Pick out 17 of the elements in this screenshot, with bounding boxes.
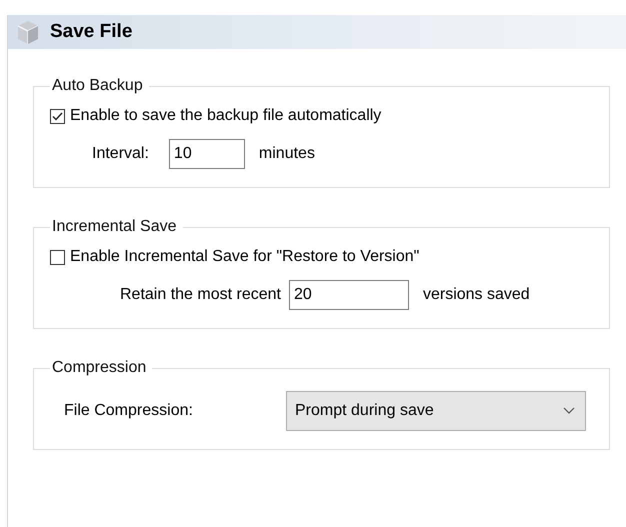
dropdown[interactable]: Prompt during save bbox=[286, 391, 586, 431]
checkbox[interactable] bbox=[50, 250, 65, 264]
field-label: File Compression: bbox=[64, 402, 194, 420]
input-field[interactable]: 20 bbox=[288, 280, 409, 310]
group-title: Auto Backup bbox=[51, 77, 144, 95]
field-label: Retain the most recent bbox=[120, 286, 281, 304]
group-title: Incremental Save bbox=[51, 218, 178, 236]
checkbox-label: Enable to save the backup file automatically bbox=[70, 107, 382, 125]
field-label: Interval: bbox=[92, 145, 149, 163]
checkbox[interactable] bbox=[50, 108, 65, 124]
checkbox-label: Enable Incremental Save for "Restore to Version" bbox=[70, 248, 420, 266]
unit-label: versions saved bbox=[422, 286, 530, 304]
chevron-down-icon bbox=[563, 407, 575, 415]
panel-title: Save File bbox=[50, 21, 132, 43]
input-field[interactable]: 10 bbox=[168, 139, 245, 169]
group-title: Compression bbox=[51, 359, 148, 377]
unit-label: minutes bbox=[258, 145, 315, 163]
